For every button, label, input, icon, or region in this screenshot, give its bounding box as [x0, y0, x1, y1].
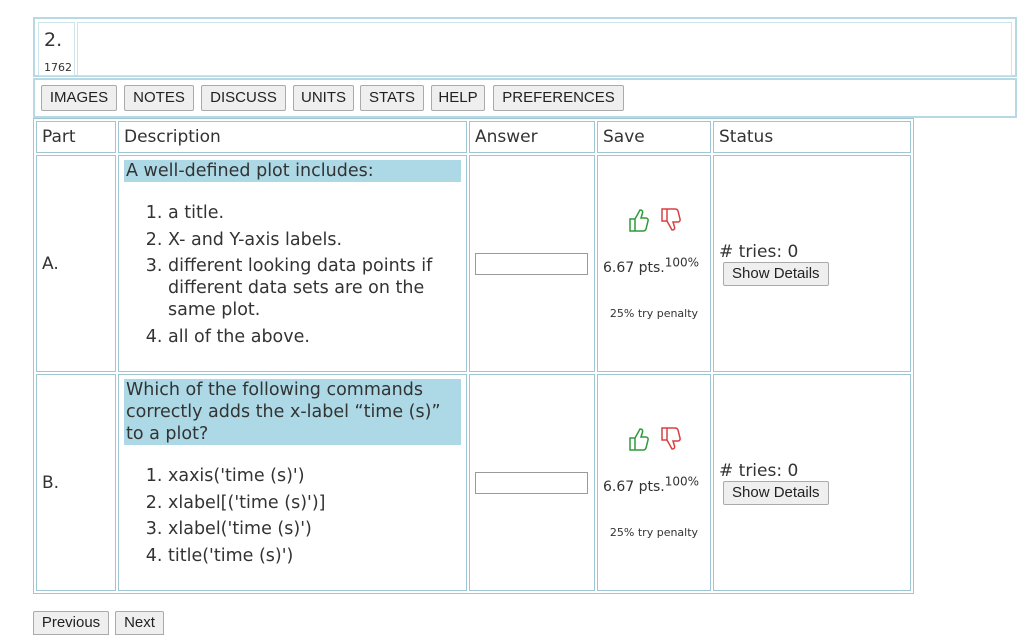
tries-count: # tries: 0 — [719, 241, 799, 262]
rating-icons — [603, 426, 705, 452]
answer-input[interactable] — [475, 471, 588, 494]
list-item: xlabel('time (s)') — [168, 518, 461, 540]
save-cell: 6.67 pts.100% 25% try penalty — [597, 155, 711, 372]
list-item: title('time (s)') — [168, 545, 461, 567]
list-item: xaxis('time (s)') — [168, 465, 461, 487]
points-percent: 100% — [664, 255, 700, 270]
previous-button[interactable]: Previous — [33, 611, 109, 635]
question-number-cell: 2. 1762 — [38, 22, 75, 76]
preferences-button[interactable]: PREFERENCES — [493, 85, 624, 111]
list-item: xlabel[('time (s)')] — [168, 492, 461, 514]
thumbs-up-icon[interactable] — [625, 209, 656, 232]
show-details-button[interactable]: Show Details — [723, 261, 829, 286]
answer-cell — [469, 155, 595, 372]
next-button[interactable]: Next — [115, 611, 164, 635]
save-cell: 6.67 pts.100% 25% try penalty — [597, 374, 711, 591]
list-item: all of the above. — [168, 326, 461, 348]
points-percent: 100% — [664, 474, 700, 489]
try-penalty: 25% try penalty — [609, 525, 699, 539]
header-save: Save — [597, 121, 711, 153]
thumbs-down-icon[interactable] — [657, 427, 683, 450]
show-details-button[interactable]: Show Details — [723, 480, 829, 505]
points-value: 6.67 pts.100% — [603, 255, 700, 276]
notes-button[interactable]: NOTES — [124, 85, 194, 111]
list-item: a title. — [168, 202, 461, 224]
images-button[interactable]: IMAGES — [41, 85, 117, 111]
question-number: 2. — [44, 29, 63, 51]
part-label: B. — [36, 374, 116, 591]
answer-input[interactable] — [475, 252, 588, 275]
header-description: Description — [118, 121, 467, 153]
toolbar: IMAGES NOTES DISCUSS UNITS STATS HELP PR… — [33, 78, 1017, 118]
question-header: 2. 1762 — [33, 17, 1017, 77]
header-part: Part — [36, 121, 116, 153]
points-value: 6.67 pts.100% — [603, 474, 700, 495]
part-label: A. — [36, 155, 116, 372]
part-description: Which of the following commands correctl… — [118, 374, 467, 591]
list-item: X- and Y-axis labels. — [168, 229, 461, 251]
question-title-cell — [77, 22, 1012, 76]
thumbs-up-icon[interactable] — [625, 428, 656, 451]
part-description: A well-defined plot includes: a title. X… — [118, 155, 467, 372]
list-item: different looking data points if differe… — [168, 255, 461, 321]
discuss-button[interactable]: DISCUSS — [201, 85, 286, 111]
parts-table: Part Description Answer Save Status A. A… — [33, 118, 914, 594]
table-row: B. Which of the following commands corre… — [36, 374, 911, 591]
thumbs-down-icon[interactable] — [657, 208, 683, 231]
header-status: Status — [713, 121, 911, 153]
option-list: a title. X- and Y-axis labels. different… — [124, 202, 461, 348]
table-header-row: Part Description Answer Save Status — [36, 121, 911, 153]
part-prompt: Which of the following commands correctl… — [124, 379, 461, 445]
status-cell: # tries: 0 Show Details — [713, 155, 911, 372]
rating-icons — [603, 207, 705, 233]
tries-count: # tries: 0 — [719, 460, 799, 481]
header-answer: Answer — [469, 121, 595, 153]
option-list: xaxis('time (s)') xlabel[('time (s)')] x… — [124, 465, 461, 567]
part-prompt: A well-defined plot includes: — [124, 160, 461, 182]
question-id: 1762 — [44, 61, 72, 74]
table-row: A. A well-defined plot includes: a title… — [36, 155, 911, 372]
stats-button[interactable]: STATS — [360, 85, 424, 111]
try-penalty: 25% try penalty — [609, 306, 699, 320]
units-button[interactable]: UNITS — [293, 85, 354, 111]
answer-cell — [469, 374, 595, 591]
status-cell: # tries: 0 Show Details — [713, 374, 911, 591]
help-button[interactable]: HELP — [431, 85, 485, 111]
